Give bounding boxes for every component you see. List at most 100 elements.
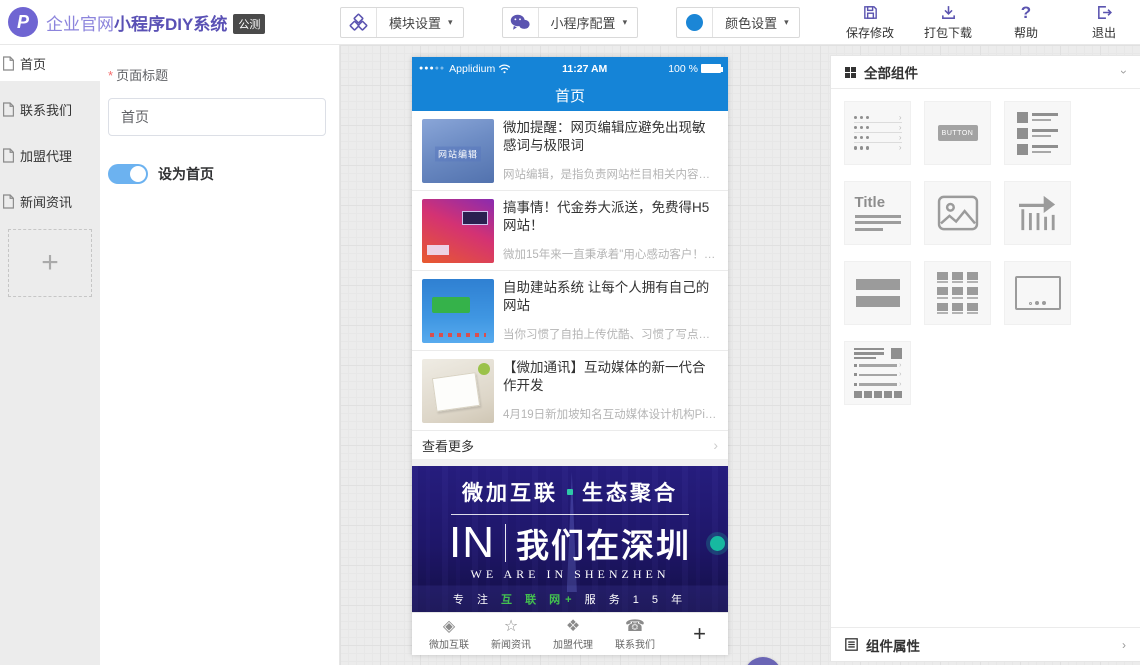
components-panel-header[interactable]: 全部组件 › (831, 56, 1140, 89)
banner-rows-icon (856, 279, 900, 307)
news-list-module[interactable]: 网站编辑 微加提醒：网页编辑应避免出现敏感词与极限词 网站编辑，是指负责网站栏目… (412, 111, 728, 459)
tab-news[interactable]: ☆ 新闻资讯 (480, 618, 542, 651)
phone-status-bar: ●●●●● Applidium 11:27 AM 100 % (412, 57, 728, 80)
component-image[interactable] (924, 181, 991, 245)
component-list-menu[interactable]: › › › › (844, 101, 911, 165)
grid-icon (845, 67, 856, 78)
rich-list-icon: › › › (854, 348, 902, 399)
set-home-toggle[interactable] (108, 164, 148, 184)
logout-icon (1096, 4, 1113, 22)
news-thumbnail (422, 279, 494, 343)
news-title: 搞事情！代金券大派送，免费得H5网站！ (503, 199, 718, 235)
banner-module[interactable]: 微加互联 生态聚合 IN 我们在深圳 WE ARE IN SHENZHEN 专 … (412, 466, 728, 612)
component-tiles: › › › › BUTTON Title (831, 89, 1140, 421)
page-icon (2, 56, 15, 71)
tab-weijia[interactable]: ◈ 微加互联 (418, 618, 480, 651)
news-title: 微加提醒：网页编辑应避免出现敏感词与极限词 (503, 119, 718, 155)
color-settings-dropdown[interactable]: 颜色设置▾ (676, 7, 800, 38)
component-image-grid[interactable] (924, 261, 991, 325)
image-icon (937, 195, 979, 231)
image-grid-icon (937, 272, 978, 315)
cubes-icon (341, 8, 377, 37)
dot-icon (567, 489, 573, 495)
news-item[interactable]: 【微加通讯】互动媒体的新一代合作开发 4月19日新加坡知名互动媒体设计机构Pin… (412, 351, 728, 431)
page-settings-panel: *页面标题 设为首页 (100, 45, 340, 665)
news-title: 【微加通讯】互动媒体的新一代合作开发 (503, 359, 718, 395)
banner-main-text: IN 我们在深圳 (412, 519, 728, 567)
component-rich-list[interactable]: › › › (844, 341, 911, 405)
star-icon: ☆ (504, 618, 518, 635)
question-icon: ? (1021, 4, 1031, 22)
tab-agent[interactable]: ❖ 加盟代理 (542, 618, 604, 651)
app-logo-icon: P (8, 7, 38, 37)
banner-headline: 微加互联 生态聚合 (412, 477, 728, 507)
battery-icon (701, 64, 721, 73)
caret-down-icon: ▾ (784, 17, 789, 28)
miniprogram-config-dropdown[interactable]: 小程序配置▾ (502, 7, 639, 38)
download-icon (940, 4, 957, 22)
news-item[interactable]: 搞事情！代金券大派送，免费得H5网站！ 微加15年来一直秉承着"用心感动客户！"… (412, 191, 728, 271)
news-item[interactable]: 网站编辑 微加提醒：网页编辑应避免出现敏感词与极限词 网站编辑，是指负责网站栏目… (412, 111, 728, 191)
page-title-label: *页面标题 (108, 65, 325, 84)
carrier-label: Applidium (449, 63, 495, 75)
header-actions: 保存修改 打包下载 ? 帮助 退出 (844, 4, 1140, 41)
component-banner-rows[interactable] (844, 261, 911, 325)
center-toolbar: 模块设置▾ 小程序配置▾ 颜色设置▾ (340, 7, 800, 38)
app: P 企业官网小程序DIY系统公测 模块设置▾ (0, 0, 1140, 665)
teal-dot-decoration (710, 536, 725, 551)
properties-icon (845, 638, 858, 651)
preview-eye-button[interactable] (744, 657, 782, 665)
brand: P 企业官网小程序DIY系统公测 (0, 7, 340, 37)
save-button[interactable]: 保存修改 (844, 4, 896, 41)
news-thumbnail: 网站编辑 (422, 119, 494, 183)
page-icon (2, 102, 15, 117)
top-header: P 企业官网小程序DIY系统公测 模块设置▾ (0, 0, 1140, 45)
app-title: 企业官网小程序DIY系统公测 (46, 10, 265, 35)
component-article-list[interactable] (1004, 101, 1071, 165)
add-tab-button[interactable]: + (693, 621, 706, 647)
page-title-input[interactable] (108, 98, 326, 136)
component-carousel[interactable] (1004, 261, 1071, 325)
article-list-icon (1017, 112, 1058, 155)
news-thumbnail (422, 359, 494, 423)
tab-contact[interactable]: ☎ 联系我们 (604, 618, 666, 651)
wechat-icon (503, 8, 539, 37)
news-thumbnail (422, 199, 494, 263)
chevron-right-icon: › (1122, 638, 1126, 652)
carousel-icon (1015, 276, 1061, 310)
module-gap (412, 459, 728, 466)
component-button[interactable]: BUTTON (924, 101, 991, 165)
sidebar-page-contact[interactable]: 联系我们 (0, 91, 100, 127)
news-item[interactable]: 自助建站系统 让每个人拥有自己的网站 当你习惯了自拍上传优酷、习惯了写点小... (412, 271, 728, 351)
title-text-icon: Title (855, 195, 901, 231)
button-icon: BUTTON (938, 125, 978, 141)
required-asterisk: * (108, 68, 113, 83)
phone-tab-bar: ◈ 微加互联 ☆ 新闻资讯 ❖ 加盟代理 ☎ 联系我们 + (412, 612, 728, 655)
component-bar-chart[interactable] (1004, 181, 1071, 245)
banner-subtitle-en: WE ARE IN SHENZHEN (412, 567, 728, 582)
component-properties-header[interactable]: 组件属性 › (831, 627, 1140, 661)
status-time: 11:27 AM (501, 63, 668, 75)
tags-icon: ◈ (443, 618, 455, 635)
add-page-button[interactable]: + (8, 229, 92, 297)
sidebar-page-home[interactable]: 首页 (0, 45, 100, 81)
news-desc: 微加15年来一直秉承着"用心感动客户！"的... (503, 246, 718, 262)
list-menu-icon: › › › › (854, 113, 902, 153)
diamonds-icon: ❖ (566, 618, 580, 635)
news-desc: 当你习惯了自拍上传优酷、习惯了写点小... (503, 326, 718, 342)
banner-tagline: 专 注 互 联 网+ 服 务 1 5 年 (412, 591, 728, 607)
chevron-down-icon: › (1117, 70, 1131, 74)
package-download-button[interactable]: 打包下载 (922, 4, 974, 41)
save-icon (862, 4, 879, 22)
sidebar-page-news[interactable]: 新闻资讯 (0, 183, 100, 219)
page-icon (2, 194, 15, 209)
view-more-link[interactable]: 查看更多 › (412, 431, 728, 459)
exit-button[interactable]: 退出 (1078, 4, 1130, 41)
bar-chart-icon (1017, 194, 1059, 232)
help-button[interactable]: ? 帮助 (1000, 4, 1052, 41)
component-title-text[interactable]: Title (844, 181, 911, 245)
chevron-right-icon: › (713, 437, 718, 453)
battery-percent: 100 % (668, 63, 698, 75)
module-settings-dropdown[interactable]: 模块设置▾ (340, 7, 464, 38)
sidebar-page-agent[interactable]: 加盟代理 (0, 137, 100, 173)
